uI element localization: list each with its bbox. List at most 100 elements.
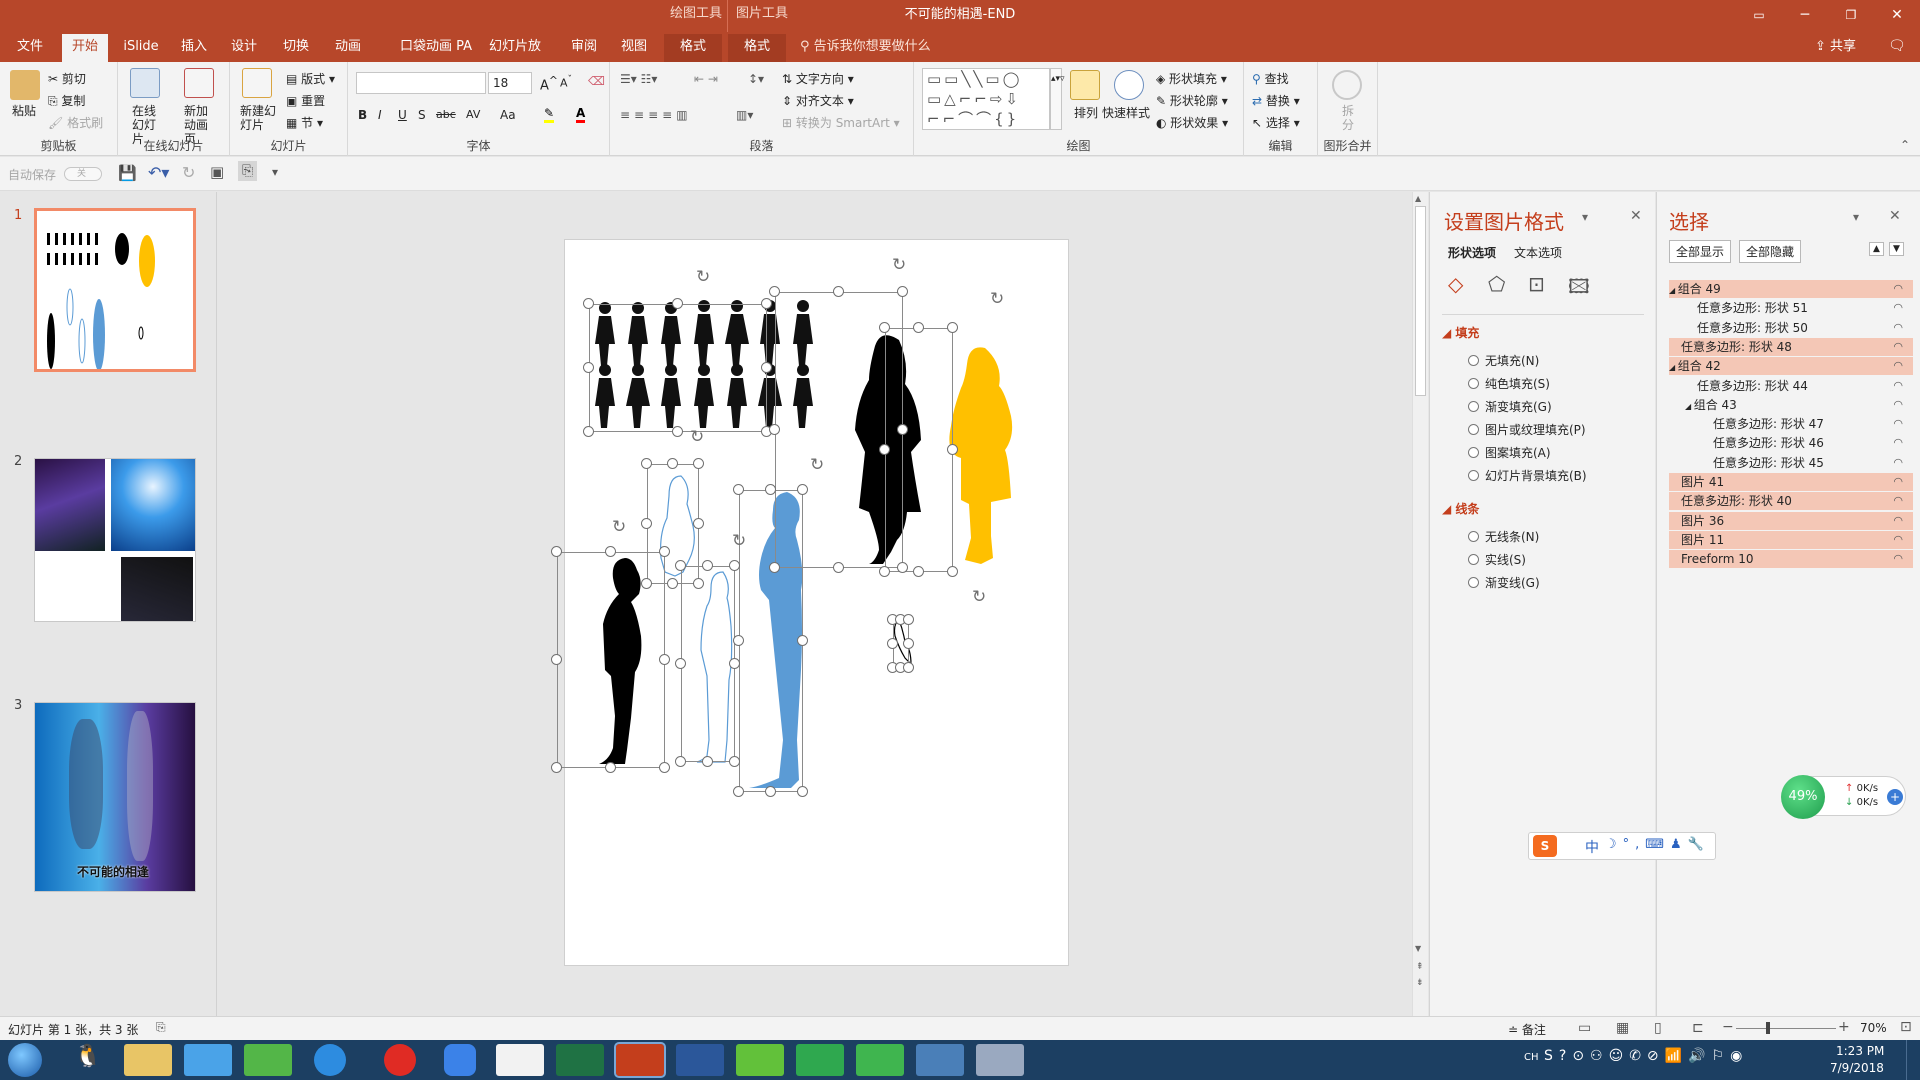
resize-handle[interactable] [667,458,678,469]
redo-icon[interactable]: ↻ [182,163,195,182]
show-all-button[interactable]: 全部显示 [1669,240,1732,263]
selection-item[interactable]: 任意多边形: 形状 50 ◠ [1669,319,1913,337]
zoom-level[interactable]: 70% [1860,1021,1887,1035]
rotate-handle-icon[interactable]: ↻ [990,289,1004,309]
normal-view-icon[interactable]: ▭ [1578,1020,1591,1036]
reset-button[interactable]: ▣ 重置 [286,92,325,109]
bullets-icon[interactable]: ☰▾ ☷▾ [620,72,657,86]
align-icons[interactable]: ≡≡≡≡▥ [620,108,692,122]
visibility-eye-icon[interactable]: ◠ [1893,377,1903,395]
resize-handle[interactable] [879,322,890,333]
rotate-handle-icon[interactable]: ↻ [810,455,824,475]
qq-icon[interactable]: 🐧 [64,1044,112,1076]
tab-transitions[interactable]: 切换 [276,34,316,62]
comments-icon[interactable]: 🗨 [1888,38,1906,54]
rotate-handle-icon[interactable]: ↻ [972,587,986,607]
visibility-eye-icon[interactable]: ◠ [1893,473,1903,491]
resize-handle[interactable] [675,658,686,669]
resize-handle[interactable] [583,298,594,309]
selection-silhouette-grid[interactable] [589,304,767,432]
bold-button[interactable]: B [358,108,367,122]
resize-handle[interactable] [769,424,780,435]
restore-icon[interactable]: ❐ [1828,0,1874,32]
present-icon[interactable]: ▣ [210,163,224,181]
tab-islide[interactable]: iSlide [116,34,166,62]
reading-view-icon[interactable]: ▯ [1654,1020,1662,1036]
resize-handle[interactable] [733,635,744,646]
tray-language[interactable]: CH [1524,1052,1539,1063]
resize-handle[interactable] [761,362,772,373]
expand-triangle-icon[interactable]: ◢ [1685,402,1694,411]
change-case-button[interactable]: Aa [500,108,516,122]
resize-handle[interactable] [897,562,908,573]
split-button[interactable]: 拆分 [1342,104,1356,132]
slideshow-icon[interactable]: ⊏ [1692,1020,1704,1036]
resize-handle[interactable] [765,484,776,495]
highlight-icon[interactable]: ✎ [544,106,555,123]
line-option-solid[interactable]: 实线(S) [1468,551,1526,568]
visibility-eye-icon[interactable]: ◠ [1893,531,1903,549]
format-pane-menu-icon[interactable]: ▾ [1582,210,1588,224]
line-option-none[interactable]: 无线条(N) [1468,528,1539,545]
expand-triangle-icon[interactable]: ◢ [1669,286,1678,295]
expand-triangle-icon[interactable]: ◢ [1669,363,1678,372]
fill-option-gradient[interactable]: 渐变填充(G) [1468,398,1552,415]
share-button[interactable]: ⇪ 共享 [1815,32,1856,62]
slide-thumbnail-1[interactable] [34,208,196,372]
resize-handle[interactable] [765,786,776,797]
zoom-out-icon[interactable]: − [1722,1019,1734,1035]
slide-canvas[interactable]: ↻ ↻ ↻ ↻ ↻ ↻ ↻ ↻ [551,239,1069,966]
selection-pane-close-icon[interactable]: ✕ [1889,208,1901,224]
resize-handle[interactable] [733,484,744,495]
selection-item[interactable]: Freeform 10 ◠ [1669,550,1913,569]
visibility-eye-icon[interactable]: ◠ [1893,338,1903,356]
media-player-icon[interactable] [736,1044,784,1076]
resize-handle[interactable] [551,654,562,665]
fill-section-header[interactable]: ◢ 填充 [1442,324,1479,341]
tab-text-options[interactable]: 文本选项 [1514,244,1562,261]
tab-shape-options[interactable]: 形状选项 [1448,244,1496,261]
selection-item[interactable]: 任意多边形: 形状 45 ◠ [1669,454,1913,472]
resize-handle[interactable] [903,638,914,649]
visibility-eye-icon[interactable]: ◠ [1893,319,1903,337]
selection-item[interactable]: ◢ 组合 42 ◠ [1669,357,1913,376]
picture-icon[interactable]: 🖾 [1568,272,1590,306]
resize-handle[interactable] [913,566,924,577]
arrange-icon[interactable] [1070,70,1100,100]
selection-man-outline-2[interactable] [681,566,735,762]
minimize-icon[interactable]: ─ [1782,0,1828,32]
paste-button[interactable]: 粘贴 [12,102,36,119]
char-spacing-button[interactable]: AV [466,108,480,121]
resize-handle[interactable] [913,322,924,333]
indent-icon[interactable]: ⇤ ⇥ [694,72,718,86]
new-slide-icon[interactable] [242,68,272,98]
visibility-eye-icon[interactable]: ◠ [1893,492,1903,510]
feishu-icon[interactable] [444,1044,476,1076]
selection-item[interactable]: 任意多边形: 形状 51 ◠ [1669,299,1913,317]
next-slide-icon[interactable]: ⇟ [1416,978,1424,988]
scroll-down-icon[interactable]: ▼ [1415,944,1421,953]
resize-handle[interactable] [641,578,652,589]
visibility-eye-icon[interactable]: ◠ [1893,299,1903,317]
close-icon[interactable]: ✕ [1874,0,1920,32]
resize-handle[interactable] [693,578,704,589]
rotate-handle-icon[interactable]: ↻ [732,531,746,551]
resize-handle[interactable] [667,578,678,589]
visibility-eye-icon[interactable]: ◠ [1893,280,1903,298]
tab-format-picture[interactable]: 格式 [728,34,786,62]
resize-handle[interactable] [702,756,713,767]
new-slide-button[interactable]: 新建幻灯片 [240,104,276,132]
underline-button[interactable]: U [398,108,407,122]
gallery-scroll[interactable]: ▴▾▿ [1050,68,1065,130]
resize-handle[interactable] [729,560,740,571]
360-icon[interactable] [796,1044,844,1076]
resize-handle[interactable] [879,566,890,577]
visibility-eye-icon[interactable]: ◠ [1893,396,1903,414]
visibility-eye-icon[interactable]: ◠ [1893,454,1903,472]
fill-option-solid[interactable]: 纯色填充(S) [1468,375,1550,392]
resize-handle[interactable] [879,444,890,455]
selection-item[interactable]: 任意多边形: 形状 46 ◠ [1669,434,1913,452]
fill-option-picture[interactable]: 图片或纹理填充(P) [1468,421,1586,438]
touch-mode-icon[interactable]: ⎘ [238,161,258,181]
resize-handle[interactable] [761,298,772,309]
